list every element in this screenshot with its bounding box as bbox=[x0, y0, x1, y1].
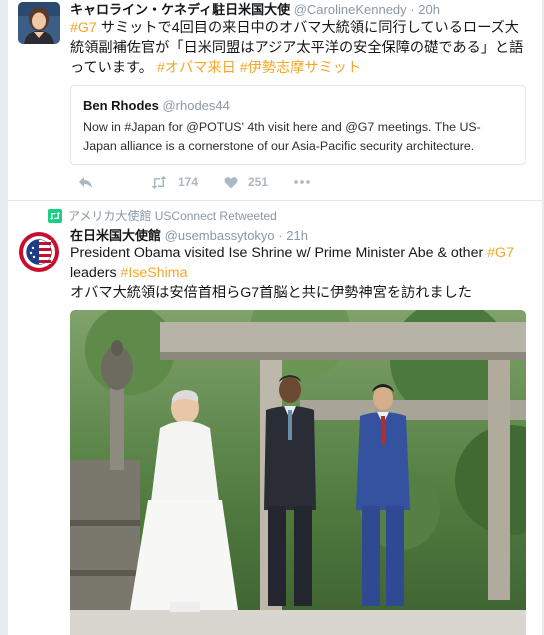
tweet-text-body: leaders bbox=[70, 265, 121, 281]
separator-dot: · bbox=[278, 228, 283, 243]
tweet-author-name[interactable]: キャロライン・ケネディ駐日米国大使 bbox=[70, 2, 290, 17]
retweet-count: 174 bbox=[178, 175, 199, 189]
tweet-author-handle[interactable]: @CarolineKennedy bbox=[294, 2, 407, 17]
tweet-timestamp[interactable]: 20h bbox=[418, 2, 440, 17]
quoted-author-handle: @rhodes44 bbox=[162, 98, 230, 113]
tweet-author-handle[interactable]: @usembassytokyo bbox=[165, 228, 275, 243]
tweet-actions: 174 251 bbox=[70, 170, 510, 194]
separator-dot: · bbox=[410, 2, 415, 17]
hashtag-link[interactable]: #伊勢志摩サミット bbox=[240, 60, 361, 76]
more-icon bbox=[294, 180, 310, 184]
hashtag-link[interactable]: #IseShima bbox=[120, 265, 187, 281]
retweet-icon bbox=[151, 175, 167, 189]
timeline-stream: キャロライン・ケネディ駐日米国大使 @CarolineKennedy · 20h… bbox=[8, 0, 542, 635]
reply-button[interactable] bbox=[78, 170, 93, 194]
tweet-item[interactable]: アメリカ大使館 USConnect Retweeted 在日米国大使館 @use… bbox=[8, 201, 542, 635]
tweet-author-name[interactable]: 在日米国大使館 bbox=[70, 228, 161, 243]
hashtag-link[interactable]: #オバマ来日 bbox=[157, 60, 236, 76]
tweet-text-body: オバマ大統領は安倍首相らG7首脳と共に伊勢神宮を訪れました bbox=[70, 285, 472, 301]
quoted-author-name: Ben Rhodes bbox=[83, 98, 159, 113]
retweet-context: アメリカ大使館 USConnect Retweeted bbox=[48, 207, 277, 224]
tweet-text-body: President Obama visited Ise Shrine w/ Pr… bbox=[70, 245, 488, 261]
heart-icon bbox=[224, 176, 238, 188]
tweet-item[interactable]: キャロライン・ケネディ駐日米国大使 @CarolineKennedy · 20h… bbox=[8, 0, 542, 201]
tweet-header: 在日米国大使館 @usembassytokyo · 21h bbox=[70, 228, 308, 244]
quoted-tweet[interactable]: Ben Rhodes @rhodes44 Now in #Japan for @… bbox=[70, 85, 526, 165]
quoted-tweet-text: Now in #Japan for @POTUS' 4th visit here… bbox=[83, 120, 481, 153]
tweet-text: #G7 サミットで4回目の来日中のオバマ大統領に同行しているローズ大統領副補佐官… bbox=[70, 18, 530, 78]
like-button[interactable]: 251 bbox=[224, 170, 268, 194]
retweeted-icon bbox=[48, 208, 62, 223]
tweet-header: キャロライン・ケネディ駐日米国大使 @CarolineKennedy · 20h bbox=[70, 2, 440, 18]
like-count: 251 bbox=[248, 175, 269, 189]
retweet-button[interactable]: 174 bbox=[150, 170, 198, 194]
reply-icon bbox=[79, 176, 92, 188]
tweet-text: President Obama visited Ise Shrine w/ Pr… bbox=[70, 243, 530, 303]
hashtag-link[interactable]: #G7 bbox=[487, 245, 514, 261]
more-button[interactable] bbox=[294, 170, 310, 194]
avatar[interactable] bbox=[18, 231, 60, 273]
tweet-photo[interactable] bbox=[70, 310, 526, 635]
avatar[interactable] bbox=[18, 2, 60, 44]
retweet-context-text[interactable]: アメリカ大使館 USConnect Retweeted bbox=[68, 207, 277, 224]
quoted-tweet-header: Ben Rhodes @rhodes44 bbox=[83, 98, 230, 113]
hashtag-link[interactable]: #G7 bbox=[70, 20, 97, 36]
tweet-timestamp[interactable]: 21h bbox=[286, 228, 308, 243]
